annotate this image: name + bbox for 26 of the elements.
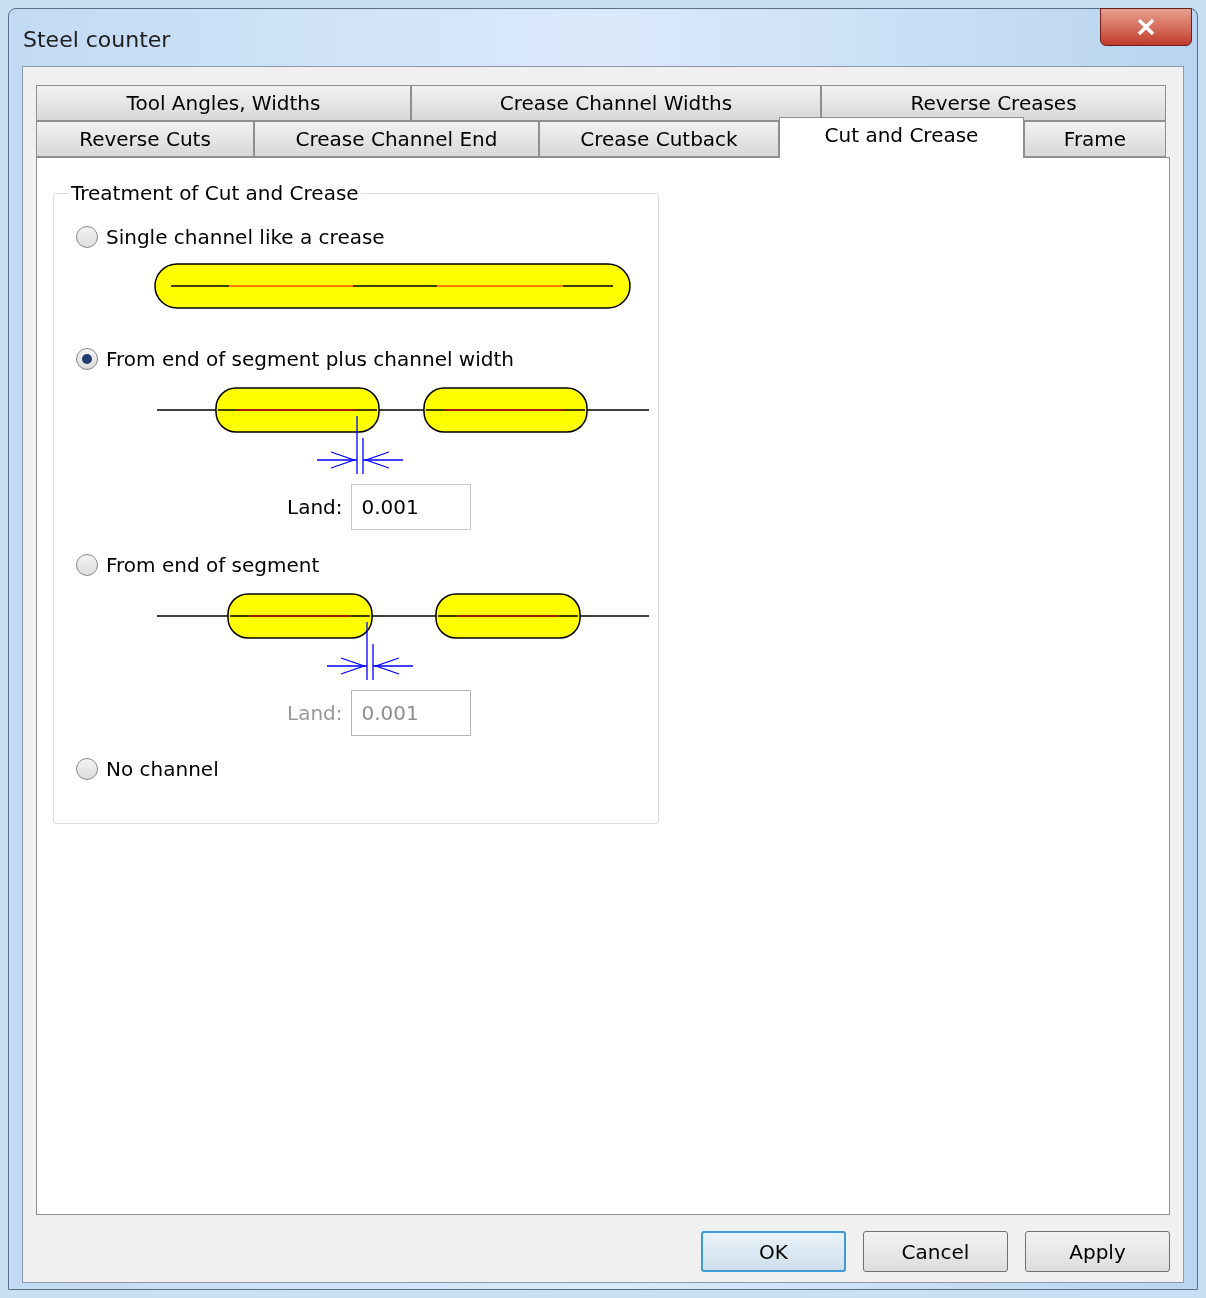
group-title: Treatment of Cut and Crease xyxy=(70,180,360,207)
window-title: Steel counter xyxy=(23,26,171,54)
tab[interactable]: Reverse Cuts xyxy=(36,121,254,157)
land-label: Land: xyxy=(287,494,343,521)
tab[interactable]: Frame xyxy=(1024,121,1166,157)
tab[interactable]: Cut and Crease xyxy=(779,117,1024,158)
radio-label: From end of segment xyxy=(106,552,320,579)
close-icon xyxy=(1137,19,1155,35)
dialog-button[interactable]: OK xyxy=(701,1231,846,1272)
tab[interactable]: Crease Channel End xyxy=(254,121,539,157)
tab[interactable]: Tool Angles, Widths xyxy=(36,85,411,121)
dialog-button[interactable]: Cancel xyxy=(863,1231,1008,1272)
close-button[interactable] xyxy=(1100,8,1192,46)
dialog-button[interactable]: Apply xyxy=(1025,1231,1170,1272)
radio-button[interactable] xyxy=(76,758,98,780)
radio-label: Single channel like a crease xyxy=(106,224,385,251)
radio-label: From end of segment plus channel width xyxy=(106,346,514,373)
tab[interactable]: Crease Channel Widths xyxy=(411,85,821,121)
tab[interactable]: Reverse Creases xyxy=(821,85,1166,121)
radio-button[interactable] xyxy=(76,226,98,248)
tab[interactable]: Crease Cutback xyxy=(539,121,779,157)
radio-button[interactable] xyxy=(76,554,98,576)
radio-button[interactable] xyxy=(76,348,98,370)
land-label: Land: xyxy=(287,700,343,727)
radio-label: No channel xyxy=(106,756,219,783)
land-field[interactable]: 0.001 xyxy=(350,484,471,530)
